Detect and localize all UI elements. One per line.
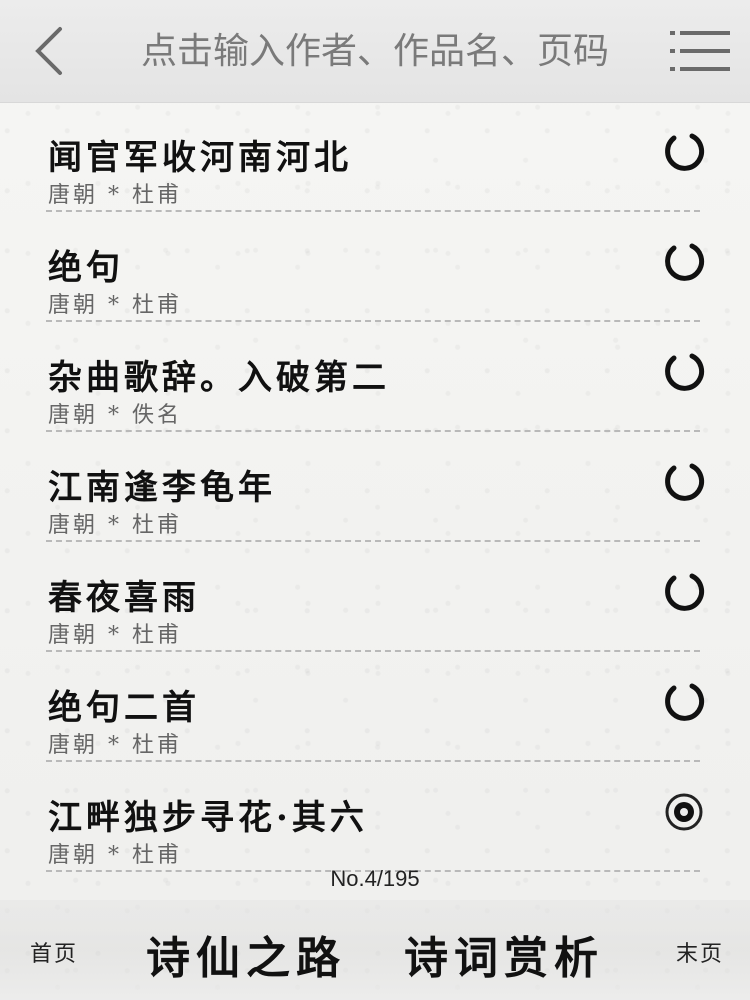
dashed-divider	[46, 650, 700, 652]
progress-ring-icon[interactable]	[662, 130, 706, 174]
progress-ring-icon[interactable]	[662, 240, 706, 284]
poem-title: 杂曲歌辞。入破第二	[48, 358, 390, 398]
chevron-left-icon	[35, 27, 62, 75]
search-input[interactable]	[100, 22, 650, 80]
dashed-divider	[46, 210, 700, 212]
selected-dot-icon[interactable]	[662, 790, 706, 834]
poem-meta: 唐朝 * 杜甫	[48, 183, 182, 208]
back-button[interactable]	[24, 22, 74, 80]
poem-meta: 唐朝 * 杜甫	[48, 293, 182, 318]
progress-ring-icon[interactable]	[662, 460, 706, 504]
poem-list-item[interactable]: 闻官军收河南河北 唐朝 * 杜甫	[0, 118, 750, 228]
poem-title: 绝句二首	[48, 688, 200, 728]
road-button[interactable]: 诗仙之路	[146, 922, 346, 986]
last-page-button[interactable]: 末页	[676, 936, 724, 968]
poem-title: 闻官军收河南河北	[48, 138, 352, 178]
poem-title: 绝句	[48, 248, 124, 288]
poem-title: 江畔独步寻花·其六	[48, 798, 368, 838]
progress-ring-icon[interactable]	[662, 680, 706, 724]
appreciation-button[interactable]: 诗词赏析	[404, 922, 604, 986]
poem-meta: 唐朝 * 杜甫	[48, 623, 182, 648]
first-page-button[interactable]: 首页	[30, 936, 78, 968]
dashed-divider	[46, 430, 700, 432]
dashed-divider	[46, 540, 700, 542]
dashed-divider	[46, 320, 700, 322]
progress-ring-icon[interactable]	[662, 350, 706, 394]
poem-meta: 唐朝 * 杜甫	[48, 513, 182, 538]
poem-list-item[interactable]: 绝句 唐朝 * 杜甫	[0, 228, 750, 338]
poem-title: 春夜喜雨	[48, 578, 200, 618]
page-indicator: No.4/195	[330, 866, 420, 891]
menu-button[interactable]	[670, 28, 732, 74]
top-bar	[0, 0, 750, 103]
poem-list-item[interactable]: 江南逢李龟年 唐朝 * 杜甫	[0, 448, 750, 558]
poem-list-item[interactable]: 春夜喜雨 唐朝 * 杜甫	[0, 558, 750, 668]
bottom-bar	[0, 900, 750, 1000]
poem-meta: 唐朝 * 佚名	[48, 403, 182, 428]
dashed-divider	[46, 760, 700, 762]
poem-list-item[interactable]: 绝句二首 唐朝 * 杜甫	[0, 668, 750, 778]
poem-list: 闻官军收河南河北 唐朝 * 杜甫 绝句 唐朝 * 杜甫 杂曲歌辞。入破第二 唐朝…	[0, 118, 750, 888]
poem-meta: 唐朝 * 杜甫	[48, 733, 182, 758]
poem-list-item[interactable]: 杂曲歌辞。入破第二 唐朝 * 佚名	[0, 338, 750, 448]
menu-icon	[670, 31, 730, 71]
poem-meta: 唐朝 * 杜甫	[48, 843, 182, 868]
poem-title: 江南逢李龟年	[48, 468, 276, 508]
progress-ring-icon[interactable]	[662, 570, 706, 614]
